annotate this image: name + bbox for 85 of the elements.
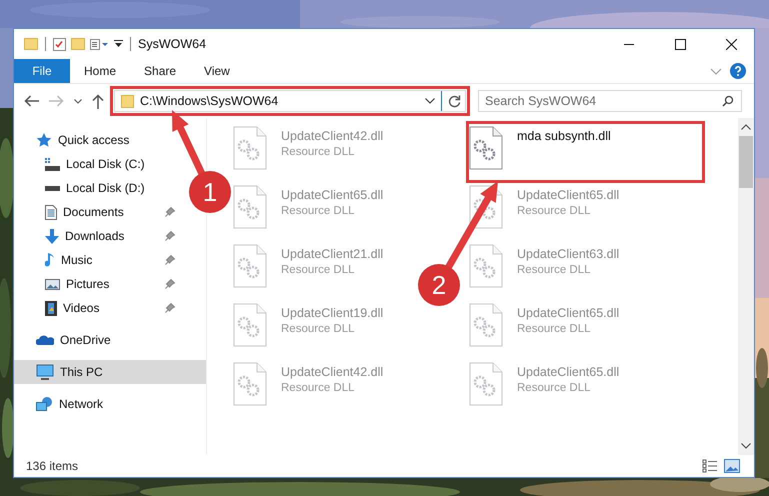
computer-icon	[36, 364, 54, 380]
scroll-thumb[interactable]	[739, 136, 753, 188]
maximize-icon	[674, 38, 686, 50]
nav-item[interactable]: Local Disk (C:)	[14, 152, 179, 176]
refresh-icon[interactable]	[448, 94, 461, 108]
gear-file-icon	[233, 244, 267, 288]
pin-icon[interactable]	[165, 279, 175, 289]
picture-icon	[45, 278, 60, 290]
file-name: UpdateClient65.dll	[517, 306, 620, 320]
nav-item[interactable]: Documents	[14, 200, 179, 224]
back-icon[interactable]	[24, 95, 39, 107]
network-icon	[36, 397, 53, 411]
file-name: mda subsynth.dll	[517, 129, 611, 143]
scroll-down-icon[interactable]	[741, 443, 751, 449]
pin-icon[interactable]	[165, 231, 175, 241]
gear-file-icon	[469, 362, 503, 406]
file-name: UpdateClient65.dll	[281, 188, 384, 202]
file-type: Resource DLL	[517, 323, 592, 335]
folder-icon	[121, 94, 134, 108]
file-tab[interactable]: File	[14, 59, 70, 83]
address-path: C:\Windows\SysWOW64	[140, 94, 280, 108]
file-name: UpdateClient63.dll	[517, 247, 620, 261]
file-name: UpdateClient19.dll	[281, 306, 384, 320]
gear-file-icon	[233, 303, 267, 347]
gear-file-icon	[469, 303, 503, 347]
details-view-icon[interactable]	[702, 459, 718, 473]
help-icon[interactable]	[730, 63, 746, 79]
music-note-icon	[45, 252, 55, 268]
pin-icon[interactable]	[165, 255, 175, 265]
scroll-up-icon[interactable]	[741, 124, 751, 130]
file-name: UpdateClient42.dll	[281, 129, 384, 143]
file-type: Resource DLL	[281, 382, 356, 394]
drive-icon	[45, 158, 60, 170]
up-icon[interactable]	[92, 94, 104, 108]
download-arrow-icon	[45, 228, 59, 244]
drive-icon	[45, 186, 60, 190]
view-options-icon[interactable]	[90, 38, 109, 50]
nav-item[interactable]: Network	[14, 392, 179, 416]
customize-icon[interactable]	[114, 40, 123, 48]
file-type: Resource DLL	[517, 205, 592, 217]
file-type: Resource DLL	[281, 146, 356, 158]
file-type: Resource DLL	[517, 264, 592, 276]
nav-item[interactable]: Pictures	[14, 272, 179, 296]
document-icon	[45, 204, 57, 220]
gear-file-icon	[233, 126, 267, 170]
gear-file-icon	[233, 362, 267, 406]
search-field[interactable]: Search SysWOW64	[478, 90, 742, 112]
file-type: Resource DLL	[281, 205, 356, 217]
file-type: Resource DLL	[517, 382, 592, 394]
gear-file-icon	[469, 244, 503, 288]
chevron-icon[interactable]	[710, 68, 722, 74]
file-name: UpdateClient21.dll	[281, 247, 384, 261]
nav-item[interactable]: This PC	[14, 360, 206, 384]
star-icon	[36, 132, 52, 148]
gear-file-icon	[469, 126, 503, 170]
recent-locations-icon[interactable]	[74, 98, 82, 104]
nav-item[interactable]: Music	[14, 248, 179, 272]
film-icon	[45, 300, 57, 316]
cloud-icon	[36, 335, 54, 345]
nav-item[interactable]: Local Disk (D:)	[14, 176, 179, 200]
dropdown-icon[interactable]	[425, 98, 435, 104]
file-name: UpdateClient65.dll	[517, 365, 620, 379]
gear-file-icon	[233, 185, 267, 229]
file-item[interactable]: mda subsynth.dll	[466, 121, 705, 183]
large-icons-view-icon[interactable]	[724, 459, 740, 473]
ribbon-tab[interactable]: Home	[70, 59, 130, 83]
ribbon-tab[interactable]: Share	[130, 59, 190, 83]
file-type: Resource DLL	[281, 264, 356, 276]
nav-item[interactable]: Videos	[14, 296, 179, 320]
pin-icon[interactable]	[165, 207, 175, 217]
folder-icon	[24, 38, 38, 50]
window-title: SysWOW64	[138, 37, 206, 51]
nav-item[interactable]: Downloads	[14, 224, 179, 248]
file-name: UpdateClient42.dll	[281, 365, 384, 379]
search-icon	[722, 95, 734, 107]
pin-icon[interactable]	[165, 303, 175, 313]
close-icon	[726, 38, 736, 50]
ribbon-tab[interactable]: View	[190, 59, 244, 83]
properties-icon[interactable]	[53, 38, 66, 50]
file-type: Resource DLL	[281, 323, 356, 335]
item-count: 136 items	[26, 459, 78, 473]
nav-item[interactable]: Quick access	[14, 128, 179, 152]
scrollbar[interactable]	[738, 118, 754, 455]
nav-item[interactable]: OneDrive	[14, 328, 179, 352]
file-name: UpdateClient65.dll	[517, 188, 620, 202]
